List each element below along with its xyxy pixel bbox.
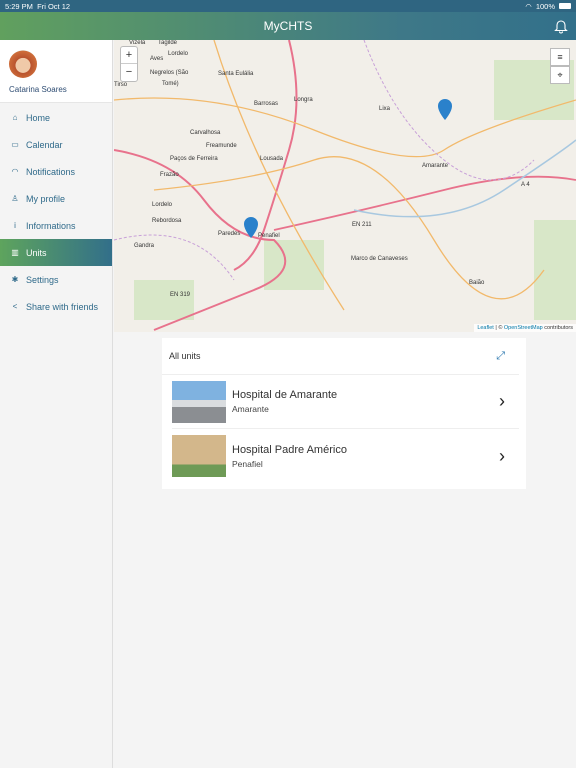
leaflet-link[interactable]: Leaflet — [477, 325, 494, 331]
unit-row[interactable]: Hospital Padre Américo Penafiel › — [172, 429, 519, 483]
unit-name: Hospital Padre Américo — [232, 443, 347, 456]
sidebar-item-label: Notifications — [26, 166, 76, 177]
sidebar-item-settings[interactable]: ✱ Settings — [0, 266, 112, 293]
osm-link[interactable]: OpenStreetMap — [504, 325, 543, 331]
map-place-label: Amarante — [422, 163, 449, 169]
bell-icon: ◠ — [11, 167, 19, 176]
profile-header[interactable]: Catarina Soares — [0, 40, 112, 103]
map-place-label: Frazão — [160, 172, 179, 178]
chevron-right-icon: › — [499, 445, 505, 466]
map-place-label: Lixa — [379, 106, 391, 112]
unit-city: Penafiel — [232, 458, 263, 469]
map-place-label: Aves — [150, 56, 164, 62]
map-icon: ▥ — [11, 248, 19, 257]
sidebar-item-label: Informations — [26, 220, 76, 231]
zoom-in-button[interactable]: + — [121, 47, 137, 64]
sidebar-item-label: Home — [26, 112, 51, 123]
map-place-label: Negrelos (São — [150, 70, 189, 76]
map-place-label: Tomé) — [162, 81, 179, 87]
avatar — [9, 50, 37, 78]
map-place-label: Longra — [294, 97, 313, 103]
sidebar-item-notifications[interactable]: ◠ Notifications — [0, 158, 112, 185]
share-icon: < — [12, 302, 18, 311]
map-place-label: Lousada — [260, 156, 284, 162]
sidebar-item-home[interactable]: ⌂ Home — [0, 104, 112, 131]
unit-row[interactable]: Hospital de Amarante Amarante › — [172, 375, 519, 429]
units-title: All units — [169, 351, 201, 361]
sidebar-item-label: Settings — [26, 274, 59, 285]
attr-sep: | © — [493, 325, 504, 331]
map-place-label: Gandra — [134, 243, 155, 249]
unit-name: Hospital de Amarante — [232, 389, 338, 401]
unit-thumbnail — [172, 380, 226, 423]
zoom-control: + − — [120, 46, 138, 82]
unit-city: Amarante — [232, 404, 269, 414]
battery-icon — [559, 3, 571, 9]
map-place-label: Santa Eulália — [218, 71, 254, 77]
calendar-icon: ▭ — [11, 140, 19, 149]
attr-rest: contributors — [542, 325, 573, 331]
unit-thumbnail — [172, 435, 226, 477]
map-place-label: Baião — [469, 280, 485, 286]
status-date: Fri Oct 12 — [37, 1, 71, 11]
map-place-label: Tagilde — [158, 40, 178, 46]
sidebar-item-label: Units — [26, 247, 47, 258]
map-place-label: Paredes — [218, 231, 241, 237]
layers-icon[interactable]: ≡ — [550, 48, 570, 66]
map-place-label: EN 319 — [170, 292, 191, 298]
map-place-label: Lordelo — [168, 51, 189, 57]
wifi-icon: ◠ — [525, 1, 532, 11]
sidebar-item-informations[interactable]: i Informations — [0, 212, 112, 239]
chevron-right-icon: › — [499, 391, 505, 411]
map-place-label: A 4 — [521, 182, 530, 188]
status-time: 5:29 PM — [5, 1, 33, 11]
user-icon: ♙ — [11, 194, 19, 203]
app-title: MyCHTS — [263, 19, 313, 33]
sidebar: Catarina Soares ⌂ Home ▭ Calendar ◠ Notificat… — [0, 40, 113, 768]
bell-icon[interactable] — [554, 18, 568, 34]
sidebar-item-label: My profile — [26, 193, 66, 204]
sidebar-item-label: Calendar — [26, 139, 63, 150]
sidebar-item-my-profile[interactable]: ♙ My profile — [0, 185, 112, 212]
map-tiles — [114, 40, 576, 331]
sidebar-item-calendar[interactable]: ▭ Calendar — [0, 131, 112, 158]
map-place-label: Marco de Canaveses — [351, 256, 408, 262]
battery-level: 100% — [535, 1, 555, 11]
gear-icon: ✱ — [11, 275, 19, 284]
map-place-label: Lordelo — [152, 202, 173, 208]
home-icon: ⌂ — [12, 113, 18, 122]
map-place-label: Freamunde — [206, 143, 237, 149]
info-icon: i — [14, 221, 16, 230]
map-marker-amarante — [438, 99, 452, 120]
map-place-label: Paços de Ferreira — [170, 156, 218, 162]
status-bar: 5:29 PM Fri Oct 12 ◠ 100% — [0, 0, 576, 12]
map-place-label: Rebordosa — [152, 218, 182, 224]
nav-bar: MyCHTS — [0, 12, 576, 40]
zoom-out-button[interactable]: − — [121, 64, 137, 81]
units-card: All units ⤢ Hospital de Amarante Amarante ›… — [162, 338, 526, 489]
map-place-label: Carvalhosa — [190, 130, 221, 136]
map-place-label: EN 211 — [352, 222, 372, 228]
map-place-label: Tirso — [114, 82, 128, 88]
map-place-label: Barrosas — [254, 101, 279, 107]
sidebar-item-label: Share with friends — [26, 301, 99, 312]
sidebar-item-share-with-friends[interactable]: < Share with friends — [0, 293, 112, 320]
map-attribution: Leaflet | © OpenStreetMap contributors — [474, 324, 576, 332]
expand-icon[interactable]: ⤢ — [496, 350, 505, 363]
map[interactable]: Vizela Tagilde Lordelo Aves Negrelos (São Tom… — [114, 40, 576, 332]
user-name: Catarina Soares — [9, 85, 67, 94]
locate-icon[interactable]: ⌖ — [550, 66, 570, 84]
map-place-label: Penafiel — [258, 233, 280, 239]
sidebar-item-units[interactable]: ▥ Units — [0, 239, 112, 266]
